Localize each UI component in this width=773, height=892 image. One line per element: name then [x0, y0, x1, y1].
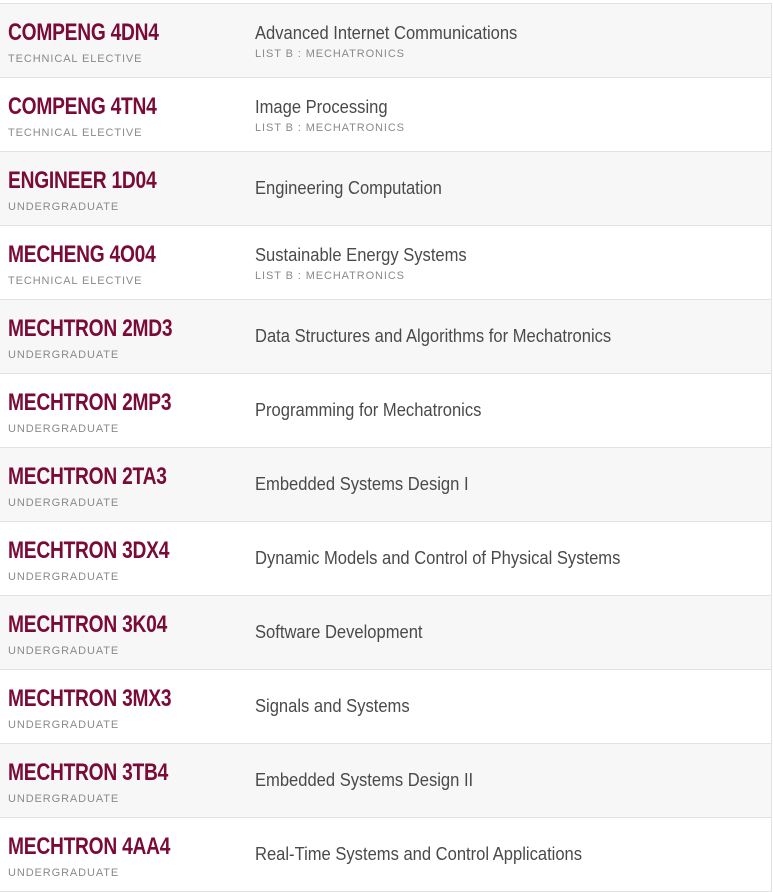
- course-row[interactable]: MECHTRON 3TB4 UNDERGRADUATE Embedded Syste…: [0, 744, 771, 818]
- course-level: UNDERGRADUATE: [8, 349, 120, 361]
- course-title[interactable]: Software Development: [255, 621, 423, 643]
- course-code[interactable]: MECHTRON 4AA4: [8, 833, 170, 861]
- course-level: TECHNICAL ELECTIVE: [8, 53, 143, 65]
- course-code[interactable]: MECHTRON 2MD3: [8, 315, 173, 343]
- course-level: UNDERGRADUATE: [8, 423, 120, 435]
- course-title[interactable]: Dynamic Models and Control of Physical S…: [255, 547, 620, 569]
- course-title[interactable]: Advanced Internet Communications: [255, 22, 517, 44]
- course-row[interactable]: MECHTRON 2MD3 UNDERGRADUATE Data Structure…: [0, 300, 771, 374]
- course-code[interactable]: MECHTRON 3MX3: [8, 685, 172, 713]
- course-list-category: LIST B : MECHATRONICS: [255, 48, 405, 60]
- course-title[interactable]: Signals and Systems: [255, 695, 410, 717]
- course-code[interactable]: COMPENG 4DN4: [8, 19, 159, 47]
- course-row[interactable]: MECHTRON 3MX3 UNDERGRADUATE Signals and Sy…: [0, 670, 771, 744]
- course-row[interactable]: MECHTRON 2TA3 UNDERGRADUATE Embedded Syste…: [0, 448, 771, 522]
- course-level: TECHNICAL ELECTIVE: [8, 275, 143, 287]
- course-code[interactable]: MECHTRON 2TA3: [8, 463, 167, 491]
- course-row[interactable]: MECHTRON 4AA4 UNDERGRADUATE Real-Time Syst…: [0, 818, 771, 892]
- course-row[interactable]: MECHTRON 3DX4 UNDERGRADUATE Dynamic Models…: [0, 522, 771, 596]
- course-title[interactable]: Engineering Computation: [255, 177, 442, 199]
- course-code[interactable]: MECHTRON 3K04: [8, 611, 167, 639]
- course-code[interactable]: MECHTRON 2MP3: [8, 389, 172, 417]
- course-row[interactable]: COMPENG 4TN4 TECHNICAL ELECTIVE Image Proc…: [0, 78, 771, 152]
- course-title[interactable]: Embedded Systems Design I: [255, 473, 469, 495]
- course-code[interactable]: MECHTRON 3TB4: [8, 759, 168, 787]
- course-code[interactable]: ENGINEER 1D04: [8, 167, 157, 195]
- course-title[interactable]: Data Structures and Algorithms for Mecha…: [255, 325, 611, 347]
- course-row[interactable]: COMPENG 4DN4 TECHNICAL ELECTIVE Advanced I…: [0, 4, 771, 78]
- course-level: UNDERGRADUATE: [8, 497, 120, 509]
- course-code[interactable]: COMPENG 4TN4: [8, 93, 157, 121]
- course-level: UNDERGRADUATE: [8, 719, 120, 731]
- course-list-category: LIST B : MECHATRONICS: [255, 122, 405, 134]
- course-level: UNDERGRADUATE: [8, 645, 120, 657]
- course-title[interactable]: Embedded Systems Design II: [255, 769, 473, 791]
- course-title[interactable]: Real-Time Systems and Control Applicatio…: [255, 843, 582, 865]
- course-title[interactable]: Programming for Mechatronics: [255, 399, 481, 421]
- course-list-category: LIST B : MECHATRONICS: [255, 270, 405, 282]
- course-row[interactable]: ENGINEER 1D04 UNDERGRADUATE Engineering Co…: [0, 152, 771, 226]
- course-title[interactable]: Image Processing: [255, 96, 388, 118]
- course-level: UNDERGRADUATE: [8, 793, 120, 805]
- course-level: UNDERGRADUATE: [8, 867, 120, 879]
- course-row[interactable]: MECHENG 4O04 TECHNICAL ELECTIVE Sustainabl…: [0, 226, 771, 300]
- course-list: COMPENG 4DN4 TECHNICAL ELECTIVE Advanced I…: [0, 3, 772, 892]
- course-row[interactable]: MECHTRON 3K04 UNDERGRADUATE Software Devel…: [0, 596, 771, 670]
- course-level: UNDERGRADUATE: [8, 201, 120, 213]
- course-code[interactable]: MECHTRON 3DX4: [8, 537, 169, 565]
- course-level: TECHNICAL ELECTIVE: [8, 127, 143, 139]
- course-level: UNDERGRADUATE: [8, 571, 120, 583]
- course-title[interactable]: Sustainable Energy Systems: [255, 244, 467, 266]
- course-row[interactable]: MECHTRON 2MP3 UNDERGRADUATE Programming fo…: [0, 374, 771, 448]
- course-code[interactable]: MECHENG 4O04: [8, 241, 156, 269]
